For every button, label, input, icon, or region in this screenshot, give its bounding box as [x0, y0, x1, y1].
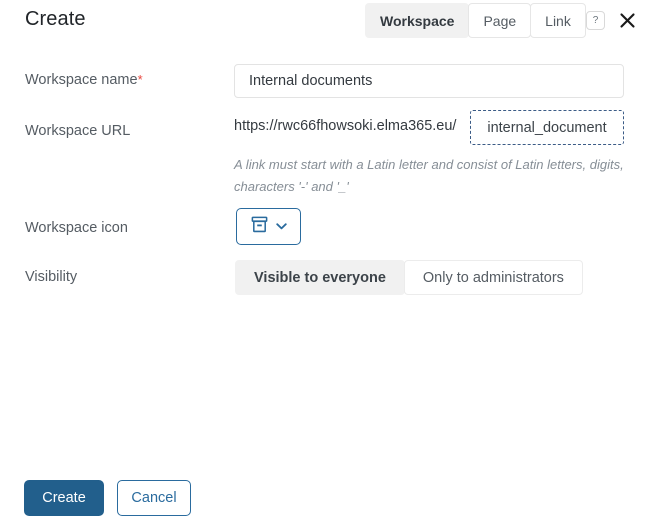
tab-link-label: Link [545, 12, 571, 29]
create-type-tabs: Workspace Page Link [365, 3, 586, 38]
visibility-toggle-group: Visible to everyone Only to administrato… [235, 260, 583, 295]
visibility-label: Visibility [25, 269, 78, 285]
close-icon[interactable] [615, 8, 639, 32]
workspace-name-input[interactable] [234, 64, 624, 98]
visibility-option-everyone[interactable]: Visible to everyone [235, 260, 405, 295]
tab-link[interactable]: Link [530, 3, 586, 38]
required-marker: * [137, 72, 143, 87]
chevron-down-icon [276, 218, 287, 236]
visibility-option-everyone-label: Visible to everyone [254, 269, 386, 286]
tab-page[interactable]: Page [468, 3, 532, 38]
tab-workspace[interactable]: Workspace [365, 3, 470, 38]
workspace-icon-label: Workspace icon [25, 220, 128, 236]
cancel-button-label: Cancel [131, 490, 177, 506]
workspace-icon-picker[interactable] [236, 208, 301, 245]
create-button[interactable]: Create [24, 480, 104, 516]
archive-box-icon [250, 215, 269, 239]
tab-page-label: Page [483, 12, 517, 29]
page-title: Create [25, 8, 86, 30]
workspace-url-prefix: https://rwc66fhowsoki.elma365.eu/ [234, 118, 457, 134]
create-button-label: Create [42, 490, 86, 506]
tab-workspace-label: Workspace [380, 12, 455, 29]
workspace-url-label: Workspace URL [25, 123, 131, 139]
dialog-header: Create Workspace Page Link ? [0, 0, 649, 46]
workspace-url-hint: A link must start with a Latin letter an… [234, 157, 624, 194]
cancel-button[interactable]: Cancel [117, 480, 191, 516]
help-icon[interactable]: ? [586, 11, 605, 30]
help-icon-glyph: ? [592, 15, 599, 26]
visibility-option-administrators-label: Only to administrators [422, 269, 564, 286]
visibility-option-administrators[interactable]: Only to administrators [403, 260, 583, 295]
workspace-name-label: Workspace name* [25, 72, 143, 88]
workspace-name-label-text: Workspace name [25, 72, 138, 88]
workspace-url-input[interactable] [470, 110, 624, 145]
